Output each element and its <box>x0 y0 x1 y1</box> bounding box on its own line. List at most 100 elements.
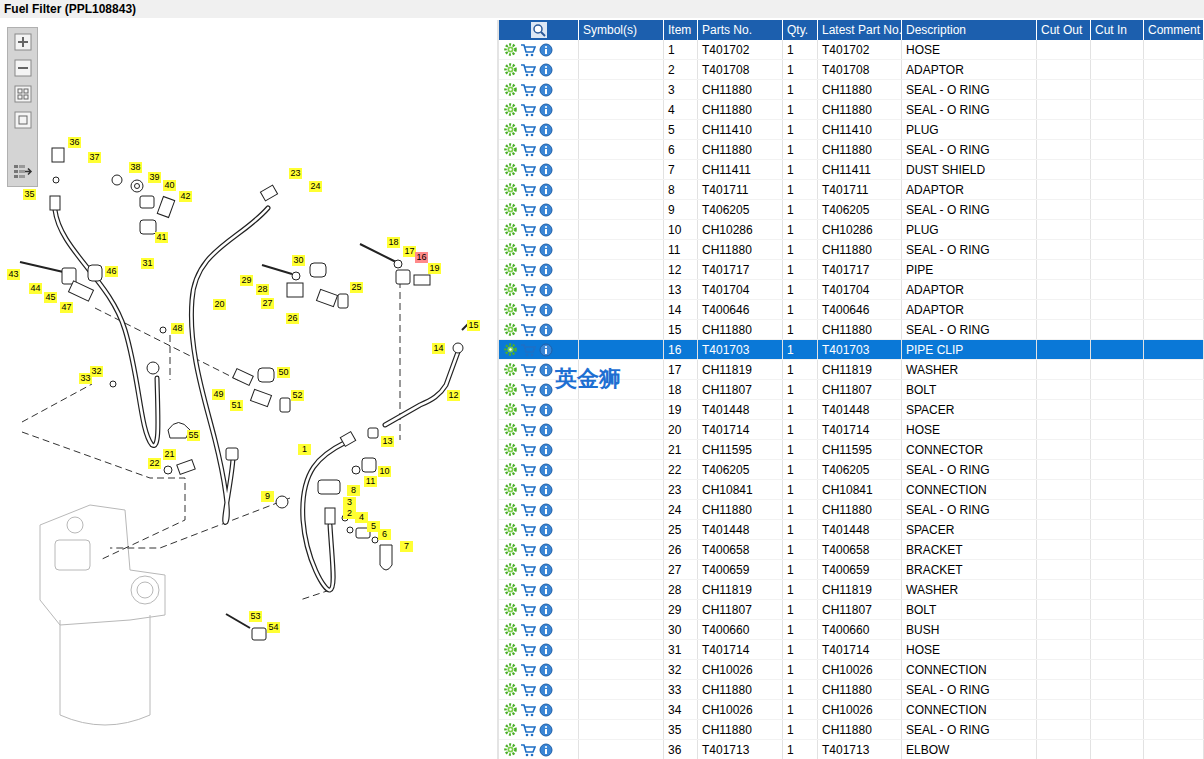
callout-label[interactable]: 55 <box>187 430 200 441</box>
table-row[interactable]: 7CH114111CH11411DUST SHIELD <box>499 160 1204 180</box>
cart-icon[interactable] <box>520 323 536 337</box>
gear-icon[interactable] <box>504 43 517 56</box>
table-row[interactable]: 32CH100261CH10026CONNECTION <box>499 660 1204 680</box>
cart-icon[interactable] <box>520 703 536 717</box>
gear-icon[interactable] <box>504 83 517 96</box>
info-icon[interactable] <box>539 223 553 237</box>
info-icon[interactable] <box>539 263 553 277</box>
cart-icon[interactable] <box>520 163 536 177</box>
gear-icon[interactable] <box>504 183 517 196</box>
callout-label[interactable]: 7 <box>400 541 413 552</box>
table-row[interactable]: 3CH118801CH11880SEAL - O RING <box>499 80 1204 100</box>
callout-label[interactable]: 24 <box>309 181 322 192</box>
cart-icon[interactable] <box>520 743 536 757</box>
table-row[interactable]: 29CH118071CH11807BOLT <box>499 600 1204 620</box>
cart-icon[interactable] <box>520 523 536 537</box>
info-icon[interactable] <box>539 683 553 697</box>
search-parts-icon[interactable] <box>531 22 547 38</box>
actual-size-icon[interactable] <box>13 110 33 130</box>
callout-label[interactable]: 25 <box>350 282 363 293</box>
gear-icon[interactable] <box>504 383 517 396</box>
info-icon[interactable] <box>539 483 553 497</box>
column-header[interactable]: Symbol(s) <box>579 20 664 40</box>
gear-icon[interactable] <box>504 203 517 216</box>
table-row[interactable]: 8T4017111T401711ADAPTOR <box>499 180 1204 200</box>
cart-icon[interactable] <box>520 343 536 357</box>
cart-icon[interactable] <box>520 383 536 397</box>
info-icon[interactable] <box>539 383 553 397</box>
info-icon[interactable] <box>539 503 553 517</box>
table-row[interactable]: 2T4017081T401708ADAPTOR <box>499 60 1204 80</box>
gear-icon[interactable] <box>504 443 517 456</box>
gear-icon[interactable] <box>504 563 517 576</box>
cart-icon[interactable] <box>520 543 536 557</box>
callout-label[interactable]: 15 <box>467 320 480 331</box>
callout-label[interactable]: 8 <box>347 485 360 496</box>
column-header[interactable]: Qty. <box>783 20 818 40</box>
callout-label[interactable]: 27 <box>261 298 274 309</box>
info-icon[interactable] <box>539 403 553 417</box>
info-icon[interactable] <box>539 143 553 157</box>
gear-icon[interactable] <box>504 623 517 636</box>
callout-label[interactable]: 36 <box>68 137 81 148</box>
cart-icon[interactable] <box>520 683 536 697</box>
cart-icon[interactable] <box>520 563 536 577</box>
callout-label[interactable]: 39 <box>148 172 161 183</box>
table-row[interactable]: 33CH118801CH11880SEAL - O RING <box>499 680 1204 700</box>
gear-icon[interactable] <box>504 243 517 256</box>
table-row[interactable]: 35CH118801CH11880SEAL - O RING <box>499 720 1204 740</box>
callout-label[interactable]: 51 <box>230 400 243 411</box>
gear-icon[interactable] <box>504 323 517 336</box>
callout-label[interactable]: 23 <box>289 168 302 179</box>
callout-label[interactable]: 20 <box>213 299 226 310</box>
info-icon[interactable] <box>539 523 553 537</box>
callout-label[interactable]: 54 <box>267 622 280 633</box>
cart-icon[interactable] <box>520 63 536 77</box>
table-row[interactable]: 27T4006591T400659BRACKET <box>499 560 1204 580</box>
cart-icon[interactable] <box>520 403 536 417</box>
callout-label[interactable]: 1 <box>298 444 311 455</box>
gear-icon[interactable] <box>504 663 517 676</box>
cart-icon[interactable] <box>520 203 536 217</box>
table-row[interactable]: 4CH118801CH11880SEAL - O RING <box>499 100 1204 120</box>
gear-icon[interactable] <box>504 483 517 496</box>
gear-icon[interactable] <box>504 523 517 536</box>
cart-icon[interactable] <box>520 143 536 157</box>
column-header[interactable]: Latest Part No. <box>818 20 902 40</box>
cart-icon[interactable] <box>520 123 536 137</box>
callout-label[interactable]: 12 <box>447 390 460 401</box>
column-header[interactable]: Item <box>664 20 698 40</box>
cart-icon[interactable] <box>520 263 536 277</box>
info-icon[interactable] <box>539 743 553 757</box>
info-icon[interactable] <box>539 703 553 717</box>
info-icon[interactable] <box>539 343 553 357</box>
column-header[interactable]: Comment <box>1144 20 1204 40</box>
callout-label[interactable]: 42 <box>179 191 192 202</box>
info-icon[interactable] <box>539 103 553 117</box>
callout-label[interactable]: 30 <box>292 255 305 266</box>
cart-icon[interactable] <box>520 43 536 57</box>
info-icon[interactable] <box>539 463 553 477</box>
gear-icon[interactable] <box>504 363 517 376</box>
column-header[interactable]: Cut In <box>1091 20 1144 40</box>
info-icon[interactable] <box>539 663 553 677</box>
callout-label[interactable]: 10 <box>378 466 391 477</box>
export-list-icon[interactable] <box>12 162 34 182</box>
info-icon[interactable] <box>539 243 553 257</box>
cart-icon[interactable] <box>520 503 536 517</box>
table-row[interactable]: 17CH118191CH11819WASHER <box>499 360 1204 380</box>
cart-icon[interactable] <box>520 483 536 497</box>
info-icon[interactable] <box>539 123 553 137</box>
gear-icon[interactable] <box>504 503 517 516</box>
table-row[interactable]: 1T4017021T401702HOSE <box>499 40 1204 60</box>
callout-label[interactable]: 37 <box>88 152 101 163</box>
callout-label[interactable]: 9 <box>261 491 274 502</box>
callout-label[interactable]: 43 <box>7 269 20 280</box>
gear-icon[interactable] <box>504 603 517 616</box>
table-row[interactable]: 19T4014481T401448SPACER <box>499 400 1204 420</box>
cart-icon[interactable] <box>520 423 536 437</box>
gear-icon[interactable] <box>504 423 517 436</box>
fit-view-icon[interactable] <box>13 84 33 104</box>
callout-label[interactable]: 18 <box>387 237 400 248</box>
callout-label[interactable]: 48 <box>171 323 184 334</box>
